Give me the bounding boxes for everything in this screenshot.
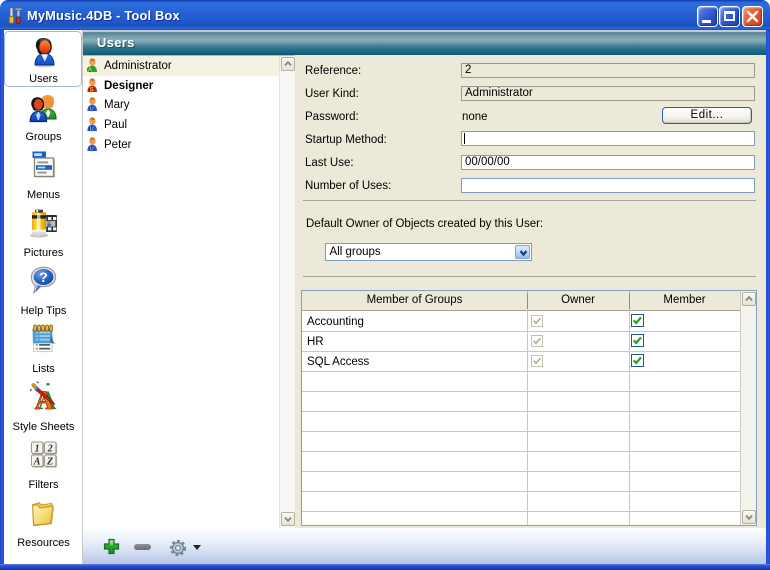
svg-text:S: S — [89, 87, 94, 93]
svg-text:1: 1 — [34, 443, 39, 454]
svg-text:A: A — [32, 456, 40, 467]
svg-text:U: U — [90, 107, 94, 112]
svg-text:?: ? — [39, 269, 48, 285]
svg-text:Z: Z — [46, 456, 53, 467]
svg-text:U: U — [90, 127, 94, 132]
svg-text:2: 2 — [46, 443, 52, 454]
svg-text:U: U — [90, 147, 94, 152]
svg-text:A: A — [88, 67, 93, 73]
